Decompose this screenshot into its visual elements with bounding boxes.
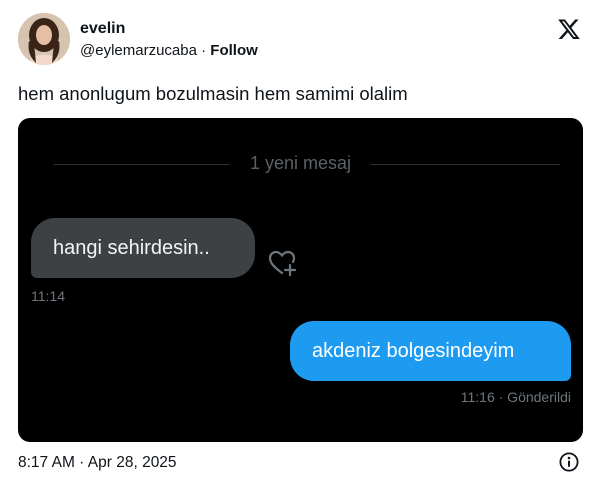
- outgoing-message-bubble: akdeniz bolgesindeyim: [290, 321, 571, 381]
- outgoing-message-time: 11:16: [460, 389, 495, 405]
- x-logo-icon[interactable]: [557, 17, 581, 41]
- follow-button[interactable]: Follow: [210, 42, 258, 59]
- incoming-message-time: 11:14: [31, 288, 65, 304]
- chat-screenshot[interactable]: 1 yeni mesaj hangi sehirdesin.. 11:14 ak…: [18, 118, 583, 442]
- author-handle[interactable]: @eylemarzucaba: [80, 42, 197, 59]
- avatar[interactable]: [18, 13, 70, 65]
- separator-dot: ·: [201, 42, 207, 59]
- divider-line-right: [370, 164, 560, 165]
- tweet-timestamp[interactable]: 8:17 AM · Apr 28, 2025: [18, 454, 177, 472]
- author-handle-row: @eylemarzucaba · Follow: [80, 42, 258, 59]
- author-name[interactable]: evelin: [80, 20, 125, 38]
- outgoing-message-status: · Gönderildi: [498, 389, 571, 405]
- outgoing-message-meta: 11:16 · Gönderildi: [461, 389, 571, 405]
- incoming-message-bubble: hangi sehirdesin..: [31, 218, 255, 278]
- heart-plus-icon[interactable]: [268, 249, 298, 277]
- tweet-text: hem anonlugum bozulmasin hem samimi olal…: [18, 83, 408, 104]
- info-icon[interactable]: [559, 452, 579, 472]
